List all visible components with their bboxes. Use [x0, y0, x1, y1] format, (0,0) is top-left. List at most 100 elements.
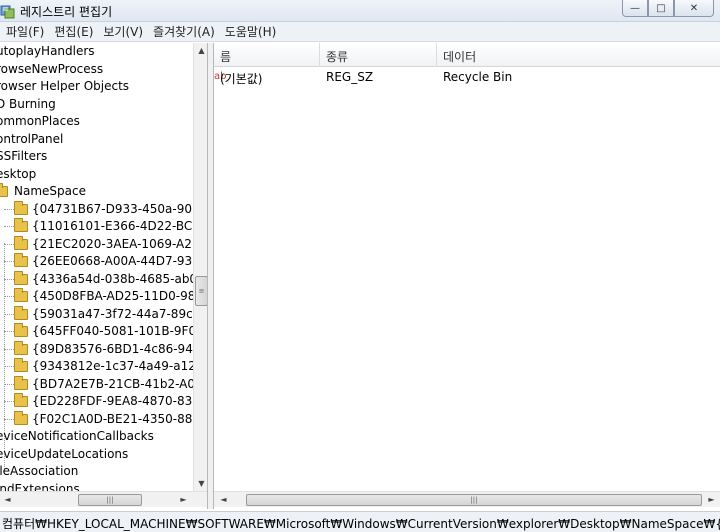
folder-icon — [14, 253, 28, 267]
menu-help[interactable]: 도움말(H) — [220, 23, 282, 40]
menu-file[interactable]: 파일(F) — [0, 23, 49, 40]
grip-icon: ||| — [106, 496, 114, 504]
tree-item[interactable]: eviceNotificationCallbacks — [0, 428, 193, 446]
scroll-left-icon[interactable]: ◄ — [216, 492, 231, 507]
column-header-data[interactable]: 데이터 — [443, 48, 476, 65]
folder-icon — [14, 393, 28, 407]
tree-connector — [4, 401, 14, 402]
tree-vertical-scroll-thumb[interactable]: ≡ — [195, 276, 207, 306]
tree-item-label: ileAssociation — [0, 464, 79, 478]
scroll-down-icon[interactable]: ▼ — [194, 476, 207, 491]
maximize-button[interactable]: □ — [648, 0, 674, 17]
tree-item-label: NameSpace — [14, 184, 86, 198]
title-bar: 레지스트리 편집기 — □ ✕ — [0, 0, 720, 22]
tree-item[interactable]: eviceUpdateLocations — [0, 446, 193, 464]
tree-horizontal-scrollbar[interactable]: ◄ ||| ► — [0, 491, 207, 507]
tree-item[interactable]: ileAssociation — [0, 463, 193, 481]
tree-item-label: eviceNotificationCallbacks — [0, 429, 154, 443]
tree-item-label: indExtensions — [0, 481, 80, 492]
tree-item[interactable]: {BD7A2E7B-21CB-41b2-A086 — [0, 375, 193, 394]
grip-icon: ||| — [470, 496, 478, 504]
tree-item-label: {11016101-E366-4D22-BC06- — [32, 219, 193, 233]
folder-icon — [14, 410, 28, 425]
tree-item[interactable]: rowseNewProcess — [0, 61, 193, 79]
menu-favorites[interactable]: 즐겨찾기(A) — [148, 23, 220, 40]
tree-connector — [4, 313, 14, 315]
list-horizontal-scroll-thumb[interactable]: ||| — [246, 494, 702, 506]
tree-item-label: {04731B67-D933-450a-90E6- — [32, 201, 193, 216]
menu-view[interactable]: 보기(V) — [98, 23, 148, 40]
tree-item[interactable]: rowser Helper Objects — [0, 78, 193, 96]
menu-edit[interactable]: 편집(E) — [49, 23, 98, 40]
tree-item[interactable]: {11016101-E366-4D22-BC06- — [0, 218, 193, 236]
tree-item-label: D Burning — [0, 96, 56, 111]
maximize-icon: □ — [656, 2, 666, 14]
tree-item-label: {450D8FBA-AD25-11D0-98A8 — [32, 289, 193, 303]
column-divider[interactable] — [436, 43, 437, 67]
folder-icon — [14, 288, 28, 302]
tree-connector — [4, 348, 14, 350]
tree-item-label: SSFilters — [0, 149, 48, 163]
folder-icon — [14, 340, 28, 355]
tree-item[interactable]: D Burning — [0, 96, 193, 114]
tree-item-label: utoplayHandlers — [0, 44, 95, 58]
column-header-type[interactable]: 종류 — [326, 48, 348, 65]
tree-vertical-scrollbar[interactable]: ▲ ≡ ▼ — [193, 43, 207, 491]
scroll-left-icon[interactable]: ◄ — [0, 492, 15, 507]
tree-connector — [4, 261, 14, 262]
value-type: REG_SZ — [326, 70, 374, 84]
folder-icon — [14, 323, 28, 337]
tree-connector — [4, 383, 14, 385]
minimize-button[interactable]: — — [622, 0, 648, 17]
tree-connector — [4, 418, 14, 420]
tree-item-label: {645FF040-5081-101B-9F08-0 — [32, 324, 193, 338]
close-button[interactable]: ✕ — [674, 0, 714, 17]
tree-item[interactable]: utoplayHandlers — [0, 43, 193, 61]
tree-item[interactable]: {89D83576-6BD1-4c86-9454- — [0, 340, 193, 359]
value-list-header: 름 종류 데이터 — [214, 43, 720, 67]
tree-item[interactable]: {ED228FDF-9EA8-4870-83b1- — [0, 393, 193, 411]
scroll-right-icon[interactable]: ► — [704, 492, 719, 507]
tree-item-label: ontrolPanel — [0, 131, 64, 146]
tree-item[interactable]: {9343812e-1c37-4a49-a12e-4 — [0, 358, 193, 376]
tree-item[interactable]: {21EC2020-3AEA-1069-A2DD — [0, 235, 193, 254]
tree-horizontal-scroll-thumb[interactable]: ||| — [78, 494, 142, 506]
menu-bar: 파일(F) 편집(E) 보기(V) 즐겨찾기(A) 도움말(H) — [0, 22, 720, 42]
tree-connector — [4, 226, 14, 227]
tree-item-label: {BD7A2E7B-21CB-41b2-A086 — [32, 376, 193, 391]
folder-icon — [14, 375, 28, 390]
tree-item-label: {4336a54d-038b-4685-ab02-9 — [32, 271, 193, 286]
window-title: 레지스트리 편집기 — [20, 5, 113, 19]
tree-item[interactable]: {645FF040-5081-101B-9F08-0 — [0, 323, 193, 341]
tree-connector — [4, 278, 14, 280]
folder-icon — [14, 200, 28, 215]
tree-item[interactable]: {4336a54d-038b-4685-ab02-9 — [0, 270, 193, 289]
tree-item[interactable]: {59031a47-3f72-44a7-89c5-5 — [0, 305, 193, 324]
tree-connector — [4, 208, 14, 210]
tree-item[interactable]: ommonPlaces — [0, 113, 193, 131]
tree-item[interactable]: esktop — [0, 166, 193, 184]
value-name: (기본값) — [220, 72, 263, 86]
tree-item-label: {59031a47-3f72-44a7-89c5-5 — [32, 306, 193, 321]
tree-item-namespace[interactable]: NameSpace — [0, 183, 193, 201]
tree-connector — [4, 296, 14, 297]
tree-item[interactable]: {450D8FBA-AD25-11D0-98A8 — [0, 288, 193, 306]
tree-item-label: {21EC2020-3AEA-1069-A2DD — [32, 236, 193, 251]
tree-item[interactable]: {04731B67-D933-450a-90E6- — [0, 200, 193, 219]
column-divider[interactable] — [319, 43, 320, 67]
scroll-up-icon[interactable]: ▲ — [194, 43, 207, 58]
folder-icon — [14, 218, 28, 232]
tree-item[interactable]: SSFilters — [0, 148, 193, 166]
regedit-icon — [0, 5, 15, 19]
list-horizontal-scrollbar[interactable]: ◄ ||| ► — [214, 491, 720, 507]
column-header-name[interactable]: 름 — [220, 48, 231, 65]
folder-open-icon — [0, 183, 8, 197]
tree-item[interactable]: indExtensions — [0, 481, 193, 492]
value-row[interactable]: ab (기본값) REG_SZ Recycle Bin — [214, 69, 720, 87]
tree-item[interactable]: ontrolPanel — [0, 131, 193, 149]
scroll-right-icon[interactable]: ► — [176, 492, 191, 507]
tree-item[interactable]: {26EE0668-A00A-44D7-9371- — [0, 253, 193, 271]
minimize-icon: — — [630, 2, 640, 14]
tree-item[interactable]: {F02C1A0D-BE21-4350-8880- — [0, 410, 193, 429]
tree-item-label: {F02C1A0D-BE21-4350-8880- — [32, 411, 193, 426]
